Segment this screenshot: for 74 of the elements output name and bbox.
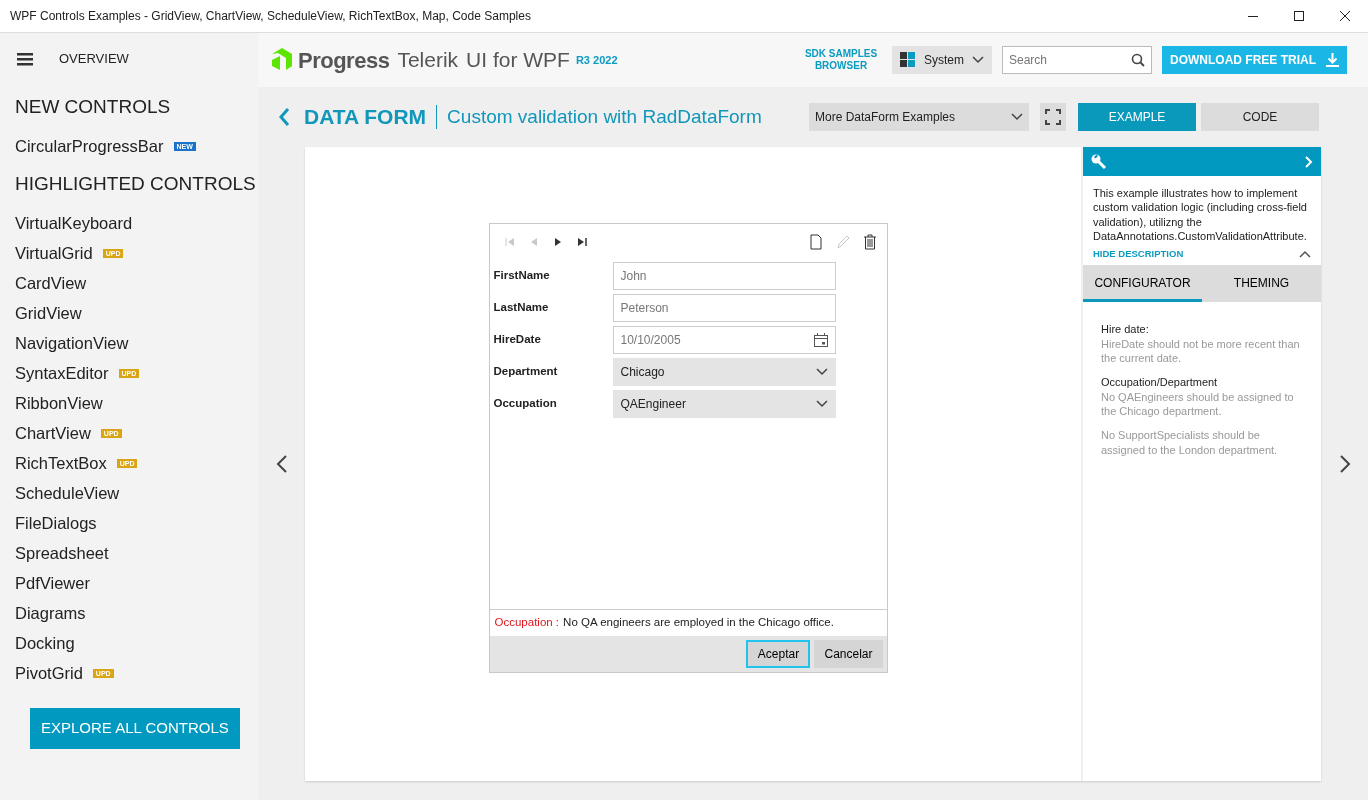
category-title: DATA FORM [304,104,427,131]
field-label: Department [493,364,559,380]
examples-dropdown[interactable]: More DataForm Examples [809,103,1029,131]
form-button[interactable]: Aceptar [746,640,811,668]
search-field[interactable]: Search [1002,46,1152,74]
sidebar-item[interactable]: VirtualKeyboard [15,210,133,236]
sidebar-item[interactable]: FileDialogs [15,510,97,536]
sidebar-item[interactable]: RichTextBox [15,450,107,476]
version-label: R3 2022 [575,52,618,68]
page-title: Custom validation with RadDataForm [447,104,762,129]
sidebar-item[interactable]: ChartView [15,420,91,446]
sidebar-item[interactable]: Spreadsheet [15,540,109,566]
product-name: UI for WPF [466,47,570,74]
description-text: This example illustrates how to implement custom validation logic (including cross-field validation), utilizng the DataAnnotations.CustomValidationAttribute. [1092,186,1308,244]
sidebar-item[interactable]: SyntaxEditor [15,360,109,386]
sidebar-item[interactable]: Docking [15,630,75,656]
window-title: WPF Controls Examples - GridView, ChartView, ScheduleView, RichTextBox, Map, Code Samples [10,8,531,25]
view-tab[interactable]: CODE [1201,103,1319,131]
logo-icon [272,48,294,72]
field-label: HireDate [493,332,542,348]
error-message: No QA engineers are employed in the Chicago office. [563,615,834,631]
section-heading: HIGHLIGHTED CONTROLS [15,171,257,196]
section-heading: NEW CONTROLS [15,95,172,119]
text-field[interactable]: John [612,262,836,290]
sidebar-item[interactable]: CardView [15,270,87,296]
chevron-up-icon[interactable] [1299,250,1311,259]
fullscreen-button[interactable] [1040,103,1066,131]
theme-icon [900,52,916,68]
field-label: Occupation [493,396,558,412]
chevron-down-icon [1011,113,1023,121]
download-icon [1326,53,1339,67]
sidebar-item[interactable]: ScheduleView [15,480,120,506]
panel-tab[interactable]: THEMING [1202,266,1321,303]
note-text: HireDate should not be more recent than the current date. [1101,336,1301,366]
note-heading: Occupation/Department [1101,375,1219,390]
chevron-down-icon [815,368,828,376]
sidebar-item[interactable]: GridView [15,300,82,326]
fullscreen-icon [1045,109,1061,125]
field-label: LastName [493,300,550,316]
sidebar-item[interactable]: RibbonView [15,390,103,416]
date-field[interactable]: 10/10/2005 [612,326,836,354]
wrench-icon [1091,153,1107,170]
overview-link[interactable]: OVERVIEW [59,49,129,69]
search-icon[interactable] [1131,53,1145,67]
combo-box[interactable]: QAEngineer [612,390,836,418]
menu-icon[interactable] [17,52,33,66]
chevron-down-icon [972,56,984,64]
combo-box[interactable]: Chicago [612,358,836,386]
close-icon[interactable] [1340,11,1350,21]
brand-name: Progress [298,46,390,75]
field-label: FirstName [493,268,551,284]
form-button[interactable]: Cancelar [814,640,883,668]
sidebar-item[interactable]: PivotGrid [15,660,83,686]
maximize-icon[interactable] [1294,11,1304,21]
panel-tab[interactable]: CONFIGURATOR [1083,266,1202,303]
note-text: No QAEngineers should be assigned to the Chicago department. [1101,389,1295,419]
back-icon[interactable] [278,107,290,127]
sidebar-item[interactable]: VirtualGrid [15,240,93,266]
sidebar-item[interactable]: NavigationView [15,330,129,356]
text-field[interactable]: Peterson [612,294,836,322]
new-document-icon[interactable] [808,234,823,250]
chevron-right-icon[interactable] [1305,155,1313,168]
trash-icon[interactable] [862,234,877,250]
note-heading: Hire date: [1101,322,1150,337]
product-name: Telerik [397,47,459,74]
calendar-icon[interactable] [813,333,828,347]
sidebar-item[interactable]: CircularProgressBar [15,134,164,159]
chevron-down-icon [815,400,828,408]
last-record-icon[interactable] [575,236,588,248]
sidebar-item[interactable]: PdfViewer [15,570,90,596]
sidebar-item[interactable]: Diagrams [15,600,86,626]
note-text: No SupportSpecialists should be assigned to the London department. [1101,428,1279,457]
error-field-label: Occupation : [494,615,560,631]
theme-dropdown[interactable]: System [892,46,992,74]
